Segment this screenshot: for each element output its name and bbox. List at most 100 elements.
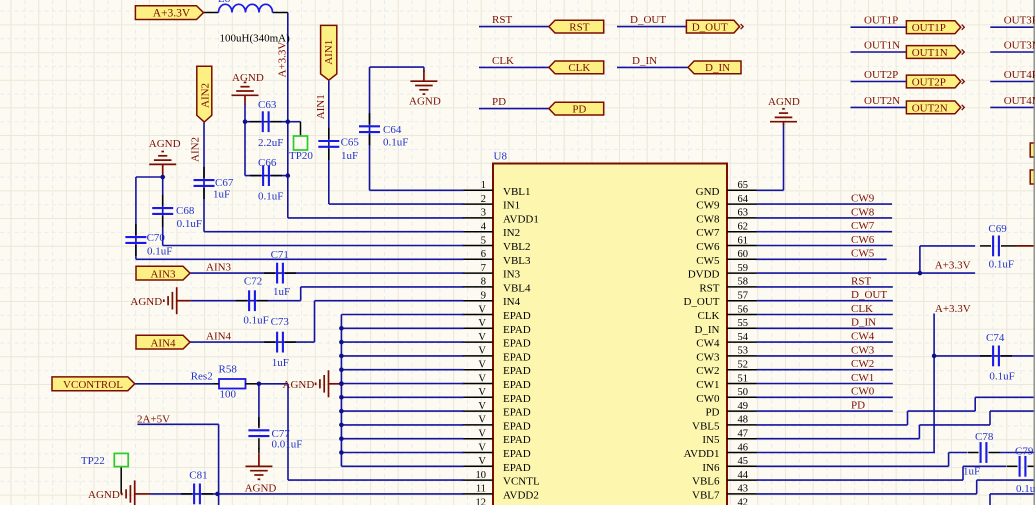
svg-text:EPAD: EPAD	[503, 379, 531, 391]
svg-text:0.1uF: 0.1uF	[383, 137, 408, 149]
svg-text:OUT3N: OUT3N	[1004, 39, 1035, 51]
svg-text:45: 45	[738, 456, 749, 467]
svg-text:AGND: AGND	[88, 489, 120, 501]
svg-text:10: 10	[476, 470, 487, 481]
svg-text:2A+5V: 2A+5V	[137, 414, 170, 426]
svg-text:A+3.3V: A+3.3V	[935, 303, 971, 315]
svg-text:D_IN: D_IN	[851, 317, 876, 329]
svg-text:V: V	[478, 346, 486, 357]
svg-text:RST: RST	[851, 275, 871, 287]
svg-text:AVDD1: AVDD1	[503, 213, 539, 225]
svg-text:58: 58	[738, 277, 749, 288]
svg-text:EPAD: EPAD	[503, 365, 531, 377]
svg-text:EPAD: EPAD	[503, 338, 531, 350]
svg-text:54: 54	[738, 332, 749, 343]
svg-text:C63: C63	[258, 99, 277, 111]
svg-text:VBL3: VBL3	[503, 255, 531, 267]
svg-text:0.1uF: 0.1uF	[989, 371, 1014, 383]
svg-text:9: 9	[481, 291, 486, 302]
svg-text:56: 56	[738, 304, 749, 315]
svg-text:C68: C68	[176, 205, 195, 217]
svg-text:C65: C65	[341, 137, 360, 149]
svg-text:C66: C66	[258, 157, 277, 169]
svg-text:CW5: CW5	[696, 255, 720, 267]
svg-text:D_OUT: D_OUT	[630, 14, 666, 26]
svg-text:0.1uF: 0.1uF	[243, 315, 268, 327]
svg-text:PD: PD	[851, 400, 865, 412]
svg-text:EPAD: EPAD	[503, 448, 531, 460]
svg-text:48: 48	[738, 415, 749, 426]
svg-text:46: 46	[738, 442, 749, 453]
svg-text:12: 12	[476, 498, 487, 505]
svg-text:OUT3P: OUT3P	[1004, 15, 1035, 27]
svg-text:CW2: CW2	[696, 365, 719, 377]
svg-text:CW4: CW4	[696, 338, 720, 350]
svg-text:IN1: IN1	[503, 200, 520, 212]
svg-text:1uF: 1uF	[273, 286, 290, 298]
svg-text:7: 7	[481, 263, 486, 274]
svg-text:CW3: CW3	[696, 351, 720, 363]
svg-text:AGND: AGND	[149, 138, 181, 150]
svg-text:50: 50	[738, 387, 749, 398]
svg-text:OUT1P: OUT1P	[864, 15, 898, 27]
svg-text:1uF: 1uF	[963, 466, 980, 478]
svg-text:RST: RST	[699, 282, 719, 294]
svg-text:C71: C71	[271, 249, 289, 261]
svg-text:CW8: CW8	[696, 213, 720, 225]
svg-text:PD: PD	[705, 407, 719, 419]
svg-text:V: V	[478, 360, 486, 371]
svg-text:51: 51	[738, 373, 749, 384]
svg-text:V: V	[478, 429, 486, 440]
svg-text:43: 43	[738, 484, 749, 495]
svg-text:57: 57	[738, 291, 749, 302]
svg-text:VCNTL: VCNTL	[503, 476, 540, 488]
svg-text:AIN1: AIN1	[315, 94, 327, 119]
svg-text:49: 49	[738, 401, 749, 412]
svg-text:EPAD: EPAD	[503, 462, 531, 474]
svg-text:C64: C64	[383, 124, 402, 136]
svg-text:0.1uF: 0.1uF	[1016, 483, 1035, 495]
svg-text:D_IN: D_IN	[694, 324, 719, 336]
svg-text:AVDD2: AVDD2	[503, 489, 539, 501]
svg-text:AGND: AGND	[768, 96, 800, 108]
svg-text:V: V	[478, 332, 486, 343]
svg-text:AIN4: AIN4	[150, 338, 176, 350]
svg-text:DVDD: DVDD	[688, 269, 720, 281]
svg-text:CW3: CW3	[851, 344, 875, 356]
svg-text:AIN2: AIN2	[200, 83, 212, 108]
svg-text:OUT1N: OUT1N	[864, 39, 900, 51]
svg-text:1uF: 1uF	[272, 357, 289, 369]
svg-text:CW2: CW2	[851, 358, 874, 370]
svg-text:IN3: IN3	[503, 269, 521, 281]
svg-text:5: 5	[481, 235, 486, 246]
svg-text:2: 2	[481, 194, 486, 205]
svg-text:TP20: TP20	[289, 150, 313, 162]
svg-text:IN2: IN2	[503, 227, 520, 239]
svg-text:V: V	[478, 415, 486, 426]
svg-text:4: 4	[481, 222, 487, 233]
svg-text:OUT4N: OUT4N	[1004, 95, 1035, 107]
svg-text:A+3.3V: A+3.3V	[935, 260, 971, 272]
svg-text:CLK: CLK	[851, 303, 873, 315]
svg-text:C67: C67	[215, 177, 234, 189]
svg-text:VCONTROL: VCONTROL	[63, 379, 123, 391]
svg-text:TP22: TP22	[81, 455, 105, 467]
svg-text:VBL2: VBL2	[503, 241, 531, 253]
svg-text:EPAD: EPAD	[503, 310, 531, 322]
svg-text:IN6: IN6	[702, 462, 720, 474]
svg-text:EPAD: EPAD	[503, 351, 531, 363]
svg-text:AIN4: AIN4	[206, 330, 232, 342]
svg-text:V: V	[478, 401, 486, 412]
svg-text:IN5: IN5	[702, 434, 720, 446]
svg-text:60: 60	[738, 249, 749, 260]
svg-text:EPAD: EPAD	[503, 393, 531, 405]
svg-text:63: 63	[738, 208, 749, 219]
svg-text:C72: C72	[244, 275, 262, 287]
svg-text:OUT2N: OUT2N	[912, 102, 948, 114]
svg-text:65: 65	[738, 180, 749, 191]
svg-text:VBL5: VBL5	[692, 420, 720, 432]
svg-text:AGND: AGND	[232, 72, 264, 84]
svg-text:0.1uF: 0.1uF	[147, 246, 172, 258]
svg-text:OUT4P: OUT4P	[1004, 69, 1035, 81]
svg-text:CW6: CW6	[696, 241, 720, 253]
